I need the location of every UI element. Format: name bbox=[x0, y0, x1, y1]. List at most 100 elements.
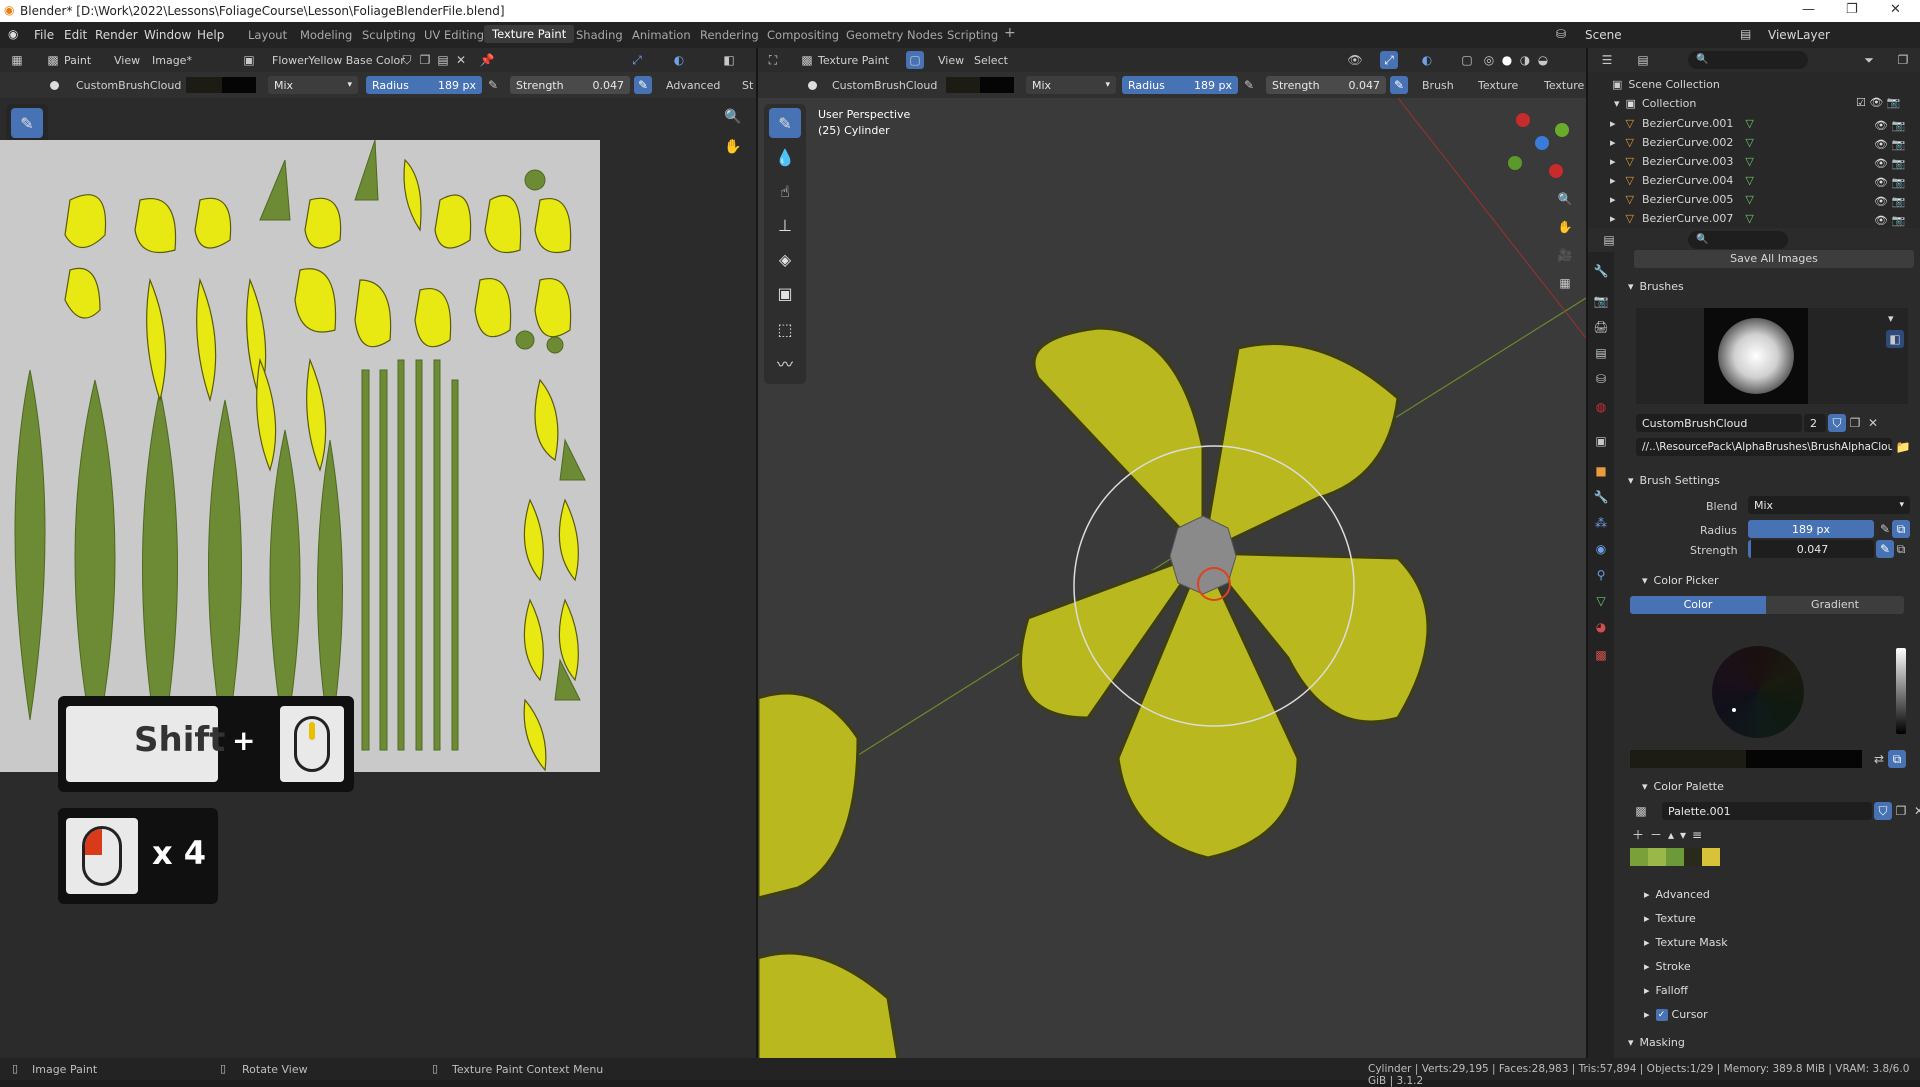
output-tab-icon[interactable]: 🖨 bbox=[1592, 318, 1610, 336]
camera-icon[interactable]: 🎥 bbox=[1556, 246, 1574, 264]
zoom-icon[interactable]: 🔍 bbox=[724, 108, 742, 126]
texture-dropdown[interactable]: Texture bbox=[1478, 79, 1518, 92]
palette-new-icon[interactable]: ❐ bbox=[1892, 802, 1910, 820]
particles-tab-icon[interactable]: ⁂ bbox=[1592, 514, 1610, 532]
palette-swatch-3[interactable] bbox=[1666, 848, 1684, 866]
new-image-icon[interactable]: ❐ bbox=[416, 51, 434, 69]
palette-swatch-4[interactable] bbox=[1684, 848, 1702, 866]
menu-image[interactable]: Image* bbox=[152, 54, 192, 67]
texture-mask-dropdown[interactable]: Texture bbox=[1544, 79, 1584, 92]
brush-path-field[interactable]: //..\ResourcePack\AlphaBrushes\BrushAlph… bbox=[1636, 438, 1892, 456]
wireframe-shading-icon[interactable]: ◎ bbox=[1480, 51, 1498, 69]
mode-dropdown[interactable]: Paint bbox=[64, 54, 91, 67]
menu-view[interactable]: View bbox=[114, 54, 140, 67]
swap-colors-icon[interactable]: ⇄ bbox=[1870, 750, 1888, 768]
brush-settings-panel-header[interactable]: ▾ Brush Settings bbox=[1628, 474, 1720, 487]
outliner-search[interactable]: 🔍 bbox=[1688, 51, 1808, 69]
color-wheel[interactable] bbox=[1712, 646, 1804, 738]
blend-dropdown[interactable]: Mix ▾ bbox=[1748, 496, 1910, 514]
brush-name[interactable]: CustomBrushCloud bbox=[832, 79, 937, 92]
brush-name-field[interactable]: CustomBrushCloud bbox=[1636, 414, 1802, 432]
palette-name-field[interactable]: Palette.001 bbox=[1662, 802, 1872, 820]
world-tab-icon[interactable]: ◍ bbox=[1592, 398, 1610, 416]
collection-tab-icon[interactable]: ▣ bbox=[1592, 432, 1610, 450]
filter-icon[interactable]: ⏷ bbox=[1860, 51, 1878, 69]
cursor-checkbox[interactable]: ✓ bbox=[1655, 1008, 1668, 1021]
texture-image[interactable] bbox=[0, 140, 600, 772]
duplicate-brush-icon[interactable]: ❐ bbox=[1846, 414, 1864, 432]
fake-user-icon[interactable]: ⛉ bbox=[1828, 414, 1846, 432]
brush-users-count[interactable]: 2 bbox=[1804, 414, 1826, 432]
xray-icon[interactable]: ▢ bbox=[1458, 51, 1476, 69]
blend-dropdown[interactable]: Mix ▾ bbox=[1026, 76, 1116, 94]
pin-icon[interactable]: 📌 bbox=[478, 51, 496, 69]
menu-help[interactable]: Help bbox=[197, 28, 224, 42]
color-swatch-primary[interactable] bbox=[186, 77, 222, 93]
image-name[interactable]: FlowerYellow Base Color bbox=[272, 54, 405, 67]
solid-shading-icon[interactable]: ● bbox=[1498, 51, 1516, 69]
editor-type-icon[interactable]: ▤ bbox=[1600, 231, 1618, 249]
strength-pressure-icon[interactable]: ✎ bbox=[1390, 76, 1408, 94]
tab-compositing[interactable]: Compositing bbox=[767, 28, 839, 42]
list-item[interactable]: ▸ ▽ BezierCurve.004 ▽ bbox=[1610, 171, 1754, 190]
tab-animation[interactable]: Animation bbox=[632, 28, 691, 42]
strength-pressure-icon[interactable]: ✎ bbox=[634, 76, 652, 94]
color-swatch-secondary[interactable] bbox=[980, 77, 1014, 93]
image-editor-canvas[interactable]: ✎ 💧 ☝ ⊥ ◈ ▣ 〰 🔍 ✋ bbox=[0, 98, 756, 1060]
menu-window[interactable]: Window bbox=[144, 28, 191, 42]
list-item[interactable]: ▸ ▽ BezierCurve.003 ▽ bbox=[1610, 152, 1754, 171]
smear-tool-icon[interactable]: ☝ bbox=[769, 176, 801, 206]
modifier-tab-icon[interactable]: 🔧 bbox=[1592, 488, 1610, 506]
list-item[interactable]: ▸ ▽ BezierCurve.002 ▽ bbox=[1610, 133, 1754, 152]
tab-uv-editing[interactable]: UV Editing bbox=[424, 28, 484, 42]
strength-field[interactable]: Strength 0.047 bbox=[1266, 76, 1386, 94]
folder-icon[interactable]: 📁 bbox=[1894, 438, 1912, 456]
palette-browse-icon[interactable]: ▩ bbox=[1632, 802, 1650, 820]
color-palette-panel-header[interactable]: ▾ Color Palette bbox=[1642, 780, 1724, 793]
brush-dropdown[interactable]: Brush bbox=[1422, 79, 1454, 92]
image-browse-icon[interactable]: ▣ bbox=[240, 51, 258, 69]
radius-field[interactable]: 189 px bbox=[1748, 520, 1874, 538]
zoom-icon[interactable]: 🔍 bbox=[1556, 190, 1574, 208]
mode-dropdown[interactable]: Texture Paint bbox=[818, 54, 889, 67]
gradient-tab[interactable]: Gradient bbox=[1766, 596, 1904, 614]
falloff-panel-header[interactable]: ▸ Falloff bbox=[1644, 984, 1688, 997]
stroke-panel-header[interactable]: ▸ Stroke bbox=[1644, 960, 1691, 973]
draw-tool-icon[interactable]: ✎ bbox=[769, 108, 801, 138]
unified-color-icon[interactable]: ⧉ bbox=[1888, 750, 1906, 768]
menu-file[interactable]: File bbox=[34, 28, 54, 42]
list-item[interactable]: ▸ ▽ BezierCurve.007 ▽ bbox=[1610, 209, 1754, 228]
texture-tab-icon[interactable]: ▩ bbox=[1592, 646, 1610, 664]
tab-shading[interactable]: Shading bbox=[576, 28, 623, 42]
unified-radius-icon[interactable]: ⧉ bbox=[1892, 520, 1910, 538]
collection-toggles[interactable]: ☑ 👁 📷 bbox=[1856, 96, 1901, 109]
data-tab-icon[interactable]: ▽ bbox=[1592, 592, 1610, 610]
color-wheel-cursor[interactable] bbox=[1732, 708, 1736, 712]
3d-viewport[interactable]: User Perspective (25) Cylinder ✎ 💧 ☝ ⊥ ◈… bbox=[758, 98, 1586, 1060]
soften-tool-icon[interactable]: 💧 bbox=[769, 142, 801, 172]
maximize-icon[interactable]: ❐ bbox=[1846, 2, 1858, 17]
material-tab-icon[interactable]: ◕ bbox=[1592, 618, 1610, 636]
select-box-tool-icon[interactable]: ⬚ bbox=[769, 314, 801, 344]
color-tab[interactable]: Color bbox=[1630, 596, 1766, 614]
color-swatch-primary[interactable] bbox=[946, 77, 980, 93]
collection-row[interactable]: ▾ ▣ Collection bbox=[1614, 94, 1696, 113]
radius-field[interactable]: Radius 189 px bbox=[1122, 76, 1238, 94]
visibility-icon[interactable]: 👁 bbox=[1346, 51, 1364, 69]
mask-toggle-icon[interactable]: ▢ bbox=[906, 51, 924, 69]
physics-tab-icon[interactable]: ◉ bbox=[1592, 540, 1610, 558]
pressure-icon[interactable]: ✎ bbox=[1240, 76, 1258, 94]
color-picker-panel-header[interactable]: ▾ Color Picker bbox=[1642, 574, 1719, 587]
open-image-icon[interactable]: ▤ bbox=[434, 51, 452, 69]
unified-strength-icon[interactable]: ⧉ bbox=[1892, 540, 1910, 558]
view-layer-name[interactable]: ViewLayer bbox=[1768, 28, 1830, 42]
display-channels-icon[interactable]: ◧ bbox=[720, 51, 738, 69]
mask-tool-icon[interactable]: ▣ bbox=[769, 278, 801, 308]
fill-tool-icon[interactable]: ◈ bbox=[769, 244, 801, 274]
tab-texture-paint[interactable]: Texture Paint bbox=[484, 25, 575, 43]
masking-panel-header[interactable]: ▾ Masking bbox=[1628, 1036, 1685, 1049]
secondary-color-swatch[interactable] bbox=[1746, 750, 1862, 768]
editor-type-icon[interactable]: ⛶ bbox=[764, 51, 782, 69]
unlink-icon[interactable]: ✕ bbox=[452, 51, 470, 69]
tab-modeling[interactable]: Modeling bbox=[300, 28, 352, 42]
